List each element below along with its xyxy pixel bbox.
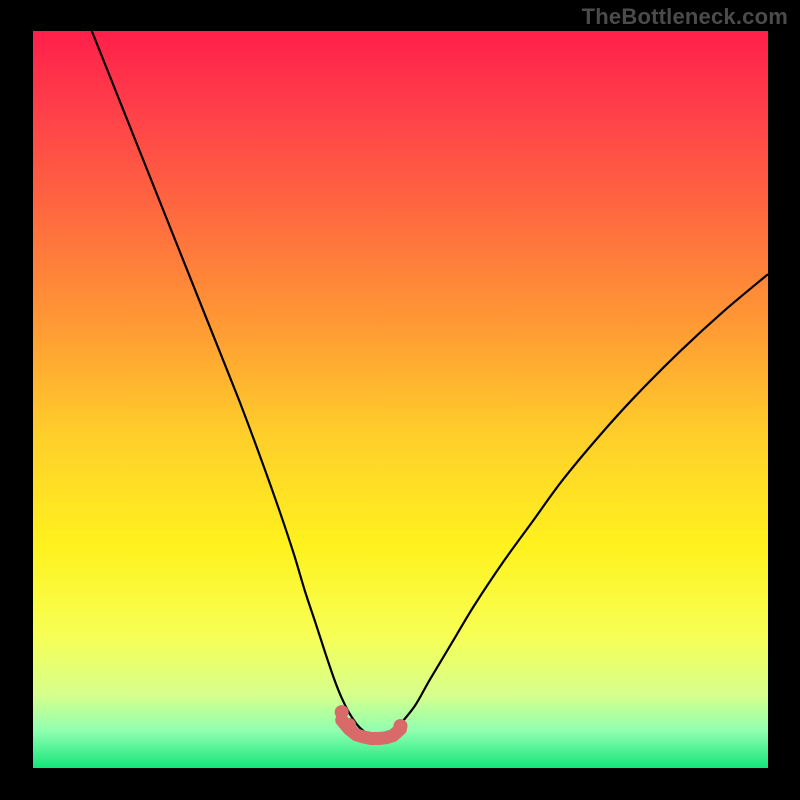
flat-region-dot: [342, 718, 356, 732]
gradient-background: [33, 31, 768, 768]
chart-stage: TheBottleneck.com: [0, 0, 800, 800]
chart-plot-area: [33, 31, 768, 768]
chart-svg: [33, 31, 768, 768]
flat-region-dot: [394, 719, 408, 733]
flat-region-dot: [335, 705, 349, 719]
watermark-text: TheBottleneck.com: [582, 4, 788, 30]
